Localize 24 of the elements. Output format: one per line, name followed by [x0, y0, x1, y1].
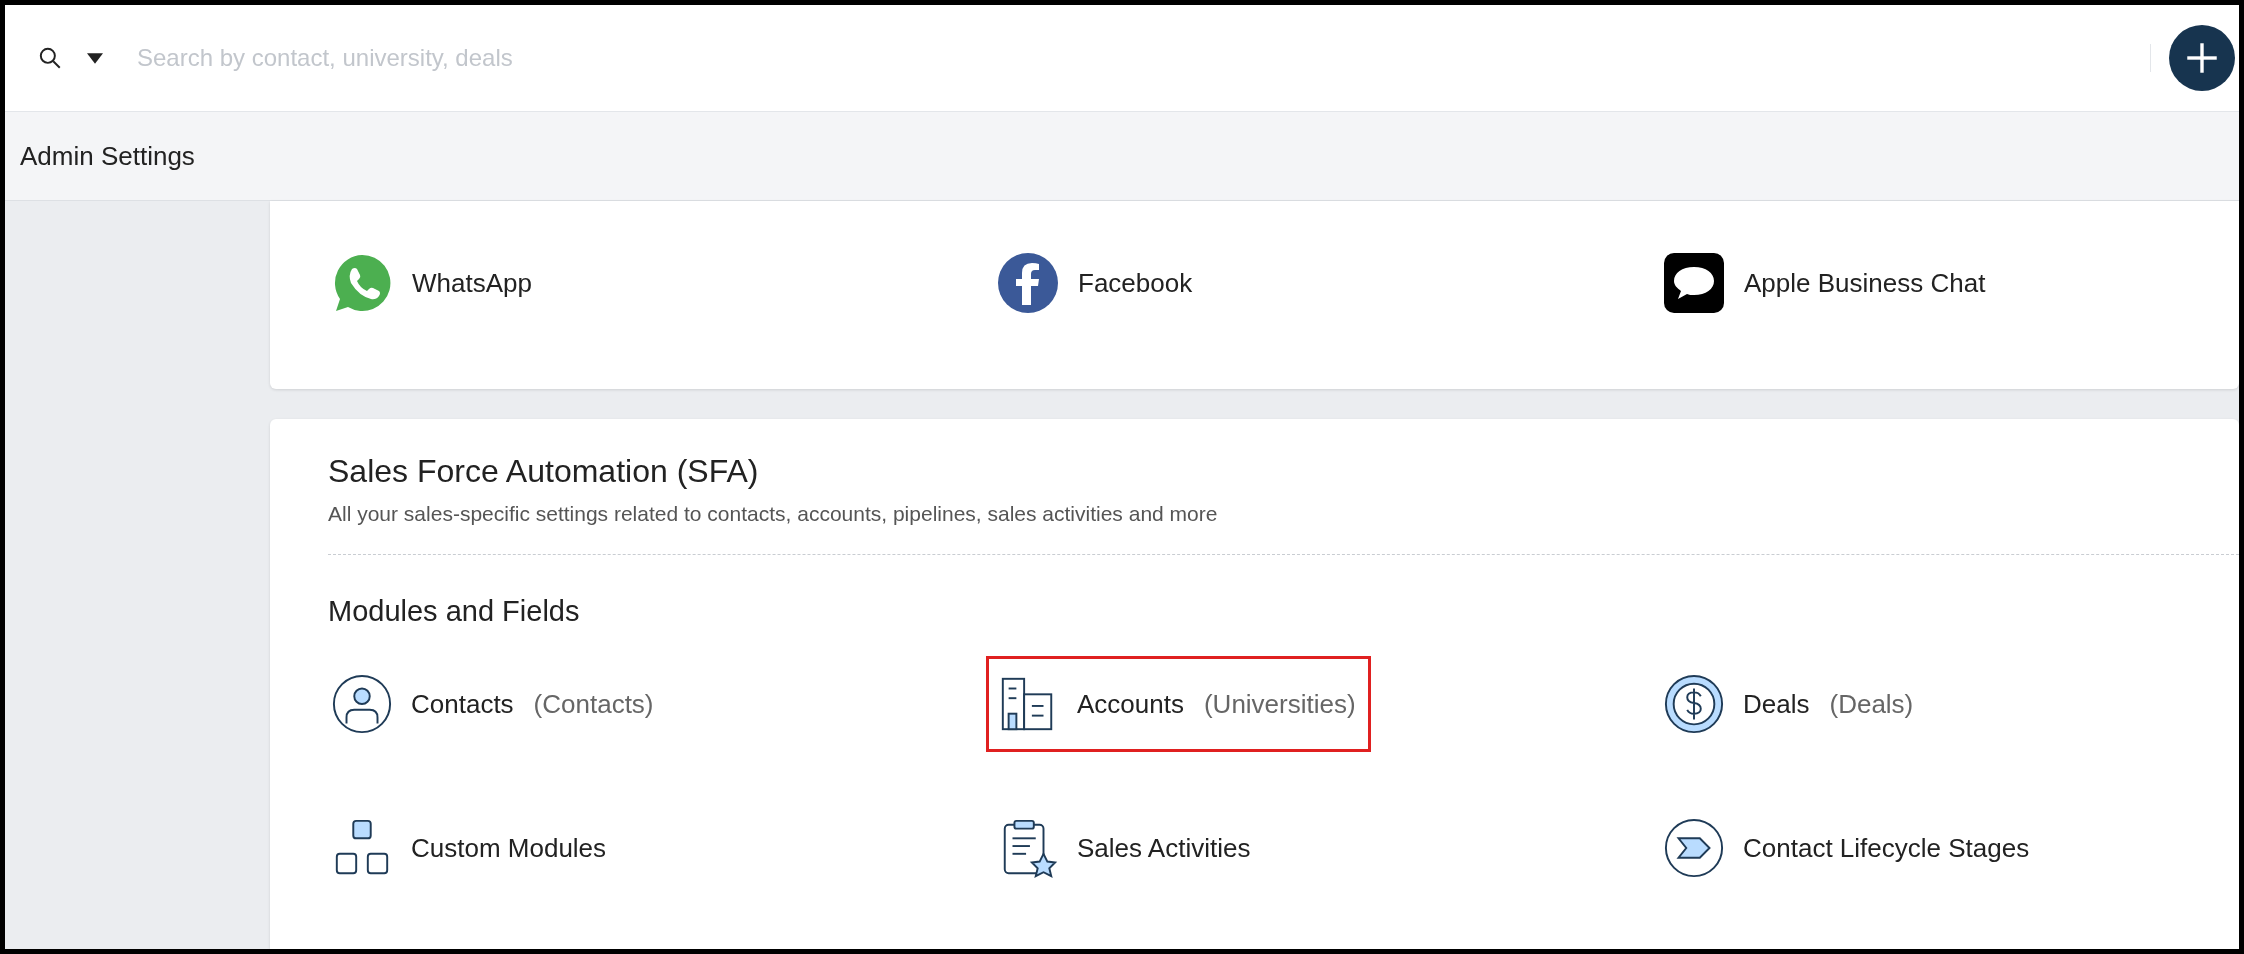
page-title: Admin Settings: [20, 140, 195, 172]
channel-label[interactable]: Facebook: [1078, 267, 1193, 299]
search-icon[interactable]: [37, 45, 63, 71]
section-subtitle: All your sales-specific settings related to contacts, accounts, pipelines, sales activities and more: [328, 502, 1219, 526]
module-label[interactable]: Accounts: [1077, 688, 1184, 720]
channel-label[interactable]: Apple Business Chat: [1744, 267, 1986, 299]
module-alias: (Universities): [1203, 688, 1356, 720]
module-label[interactable]: Sales Activities: [1077, 832, 1251, 864]
module-label[interactable]: Contacts: [411, 688, 514, 720]
module-label[interactable]: Contact Lifecycle Stages: [1743, 832, 2030, 864]
module-alias: (Contacts): [533, 688, 654, 720]
person-icon: [331, 673, 393, 735]
group-title: Modules and Fields: [328, 595, 581, 628]
section-title: Sales Force Automation (SFA): [328, 453, 760, 490]
module-alias: (Deals): [1829, 688, 1914, 720]
speech-bubble-icon: [1662, 251, 1726, 315]
channel-label[interactable]: WhatsApp: [412, 267, 532, 299]
plus-icon: [2185, 41, 2219, 75]
module-label[interactable]: Deals: [1743, 688, 1810, 720]
dollar-coin-icon: [1663, 673, 1725, 735]
chevron-circle-icon: [1663, 817, 1725, 879]
caret-icon[interactable]: [87, 52, 103, 64]
module-label[interactable]: Custom Modules: [411, 832, 607, 864]
letter-f-icon: [996, 251, 1060, 315]
